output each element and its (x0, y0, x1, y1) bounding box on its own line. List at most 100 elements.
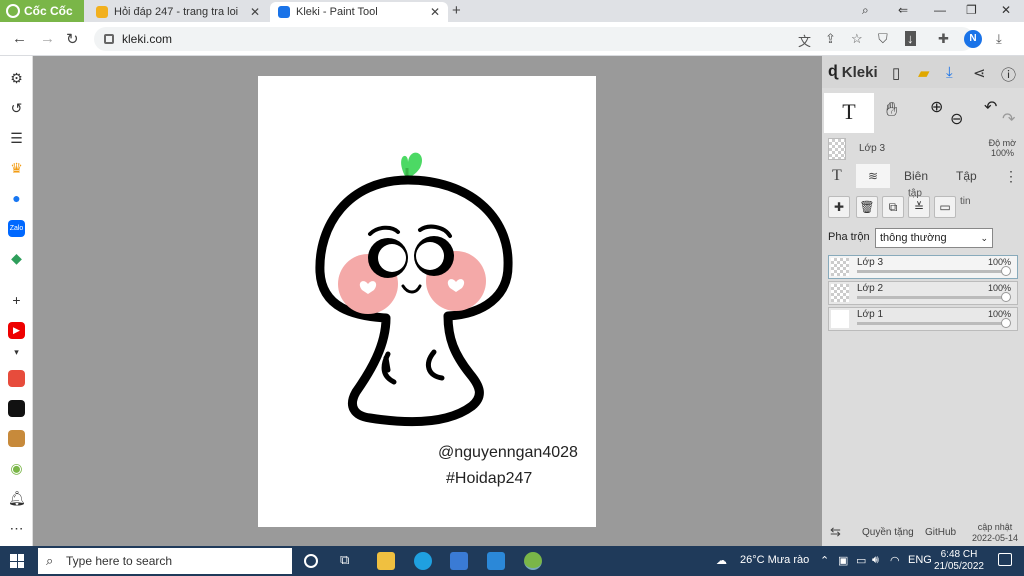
download-icon[interactable]: ↓ (905, 31, 916, 46)
tab-kleki[interactable]: Kleki - Paint Tool ✕ (270, 2, 448, 22)
taskbar-search-input[interactable]: ⌕ Type here to search (38, 548, 292, 574)
zoom-out-icon[interactable]: ⊖ (950, 109, 963, 129)
coccoc-icon[interactable]: ◉ (8, 460, 25, 477)
windows-start-icon[interactable] (10, 554, 24, 568)
tab-hoidap[interactable]: Hỏi đáp 247 - trang tra loi ✕ (88, 2, 268, 22)
edge-icon[interactable] (414, 552, 432, 570)
github-link[interactable]: GitHub (925, 527, 956, 538)
undo-icon[interactable]: ↶ (984, 97, 997, 117)
list-icon[interactable]: ☰ (8, 130, 25, 147)
hoidap-favicon-icon (96, 6, 108, 18)
store-icon[interactable] (450, 552, 468, 570)
update-info[interactable]: cập nhật 2022-05-14 (972, 522, 1018, 544)
history-icon[interactable]: ↺ (8, 100, 25, 117)
layer-row-2[interactable]: Lớp 2 100% (828, 281, 1018, 305)
close-tab-icon[interactable]: ✕ (430, 5, 440, 19)
forward-icon[interactable]: → (40, 30, 55, 47)
maximize-icon[interactable]: ❐ (966, 3, 977, 17)
close-window-icon[interactable]: ✕ (1001, 3, 1011, 17)
messenger-icon[interactable]: ● (8, 190, 25, 207)
layer-row-3[interactable]: Lớp 3 100% (828, 255, 1018, 279)
share-icon[interactable]: ⋖ (973, 64, 986, 82)
delete-layer-button[interactable]: 🗑︎ (856, 196, 878, 218)
url-input[interactable]: kleki.com (94, 27, 974, 51)
search-icon: ⌕ (46, 553, 54, 568)
reload-icon[interactable]: ↻ (66, 30, 79, 48)
more-options-icon[interactable]: ⋮ (1004, 164, 1018, 188)
new-image-icon[interactable]: ▯ (892, 64, 900, 82)
weather-text[interactable]: 26°C Mưa rào (740, 554, 809, 566)
slider-knob[interactable] (1001, 318, 1011, 328)
back-icon[interactable]: ← (12, 30, 27, 47)
layer-opacity-slider[interactable] (857, 296, 1007, 299)
game-app-icon[interactable] (8, 430, 25, 447)
zalo-icon[interactable]: Zalo (8, 220, 25, 237)
slider-knob[interactable] (1001, 292, 1011, 302)
minimize-icon[interactable]: — (934, 3, 946, 17)
clock[interactable]: 6:48 CH 21/05/2022 (934, 549, 984, 573)
tiktok-icon[interactable] (8, 400, 25, 417)
add-icon[interactable]: + (8, 292, 25, 309)
text-tool-button[interactable]: T (824, 93, 874, 133)
layer-opacity-slider[interactable] (857, 322, 1007, 325)
layer-row-1[interactable]: Lớp 1 100% (828, 307, 1018, 331)
file-explorer-icon[interactable] (377, 552, 395, 570)
volume-icon[interactable]: 🔊︎ (872, 554, 879, 567)
zoom-in-icon[interactable]: ⊕ (930, 97, 943, 117)
wifi-icon[interactable]: ◠ (890, 554, 900, 567)
youtube-icon[interactable]: ▶ (8, 322, 25, 339)
tool-row: T ✋︎ ⊕ ⊖ ↶ ↷ (822, 93, 1024, 133)
browser-brand[interactable]: Cốc Cốc (0, 0, 84, 22)
extensions-icon[interactable]: ✚ (938, 31, 949, 47)
tab-text-tool[interactable]: T (832, 164, 842, 188)
network-icon[interactable]: ▭ (856, 554, 866, 567)
merge-layer-button[interactable]: ≚ (908, 196, 930, 218)
bookmark-star-icon[interactable]: ☆ (851, 31, 863, 47)
mail-icon[interactable] (487, 552, 505, 570)
drawing-canvas[interactable]: @nguyenngan4028 #Hoidap247 (258, 76, 596, 527)
weather-icon[interactable]: ☁ (716, 554, 727, 567)
search-tabs-icon[interactable]: ⌕ (862, 3, 869, 18)
more-icon[interactable]: ⋯ (8, 520, 25, 537)
tray-app-icon[interactable]: ▣ (838, 554, 848, 567)
slider-knob[interactable] (1001, 266, 1011, 276)
notification-icon[interactable] (998, 553, 1012, 566)
translate-icon[interactable]: 文 (798, 31, 811, 50)
shield-icon[interactable]: ⛉ (878, 31, 888, 47)
chevron-down-icon[interactable]: ▾ (8, 344, 25, 361)
drawing-workspace[interactable]: @nguyenngan4028 #Hoidap247 (33, 56, 822, 546)
new-tab-icon[interactable]: + (452, 2, 461, 19)
layer-opacity-slider[interactable] (857, 270, 1007, 273)
tab-layers[interactable]: ≋ (856, 164, 890, 188)
tab-file[interactable]: Tập (956, 164, 977, 188)
language-indicator[interactable]: ENG (908, 554, 932, 566)
shopping-app-icon[interactable] (8, 370, 25, 387)
hand-tool-icon[interactable]: ✋︎ (886, 99, 897, 122)
cortana-icon[interactable] (304, 554, 318, 568)
tray-expand-icon[interactable]: ⌃ (820, 554, 829, 567)
layer-thumbnail (831, 284, 849, 302)
profile-avatar[interactable]: N (964, 30, 982, 48)
gamepad-icon[interactable]: ◆ (8, 250, 25, 267)
blend-mode-select[interactable]: thông thường ⌄ (875, 228, 993, 248)
bell-icon[interactable]: 🔔︎ (8, 490, 26, 507)
license-link[interactable]: Quyền tặng (862, 527, 914, 538)
close-tab-icon[interactable]: ✕ (250, 5, 260, 19)
save-download-icon[interactable]: ⤓ (946, 64, 953, 81)
restore-window-icon[interactable]: ⇐ (898, 3, 908, 17)
settings-gear-icon[interactable]: ⚙ (8, 70, 25, 87)
task-view-icon[interactable]: ⧉ (340, 552, 358, 570)
coccoc-taskbar-icon[interactable] (524, 552, 542, 570)
swap-side-icon[interactable]: ⇆ (830, 524, 841, 540)
kleki-logo-icon: ɖ (828, 63, 838, 80)
redo-icon[interactable]: ↷ (1002, 109, 1015, 129)
crown-icon[interactable]: ♛ (8, 160, 25, 177)
tab-edit[interactable]: Biên (904, 164, 928, 188)
rename-layer-button[interactable]: ▭ (934, 196, 956, 218)
duplicate-layer-button[interactable]: ⧉ (882, 196, 904, 218)
share-icon[interactable]: ⇪ (825, 31, 836, 47)
open-folder-icon[interactable]: ▰ (918, 64, 930, 82)
help-icon[interactable]: ⓘ (1001, 64, 1016, 85)
downloads-icon[interactable]: ⤓ (996, 31, 1002, 47)
add-layer-button[interactable]: ✚ (828, 196, 850, 218)
